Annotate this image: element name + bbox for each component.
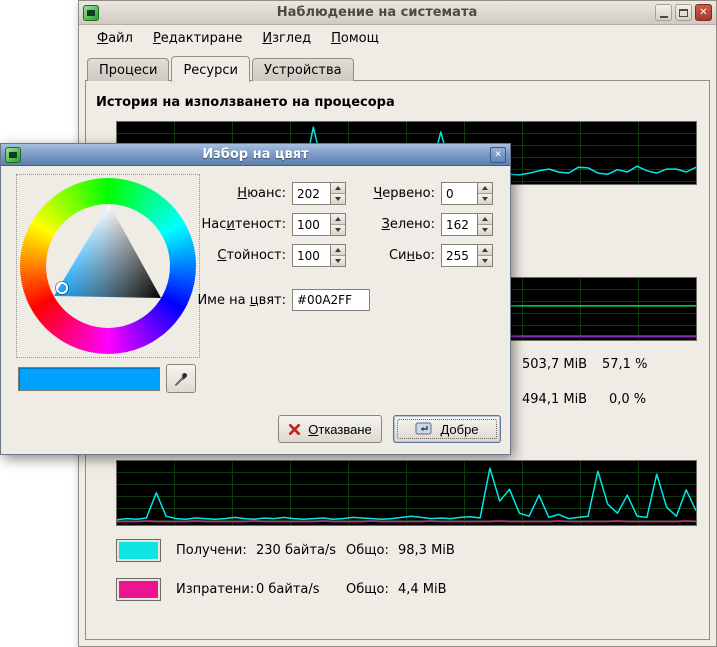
eyedropper-button[interactable]: [166, 364, 196, 393]
minimize-icon: [660, 16, 668, 18]
spin-up-icon: [335, 186, 341, 190]
cancel-x-icon: [288, 423, 301, 436]
network-history-chart: [116, 460, 697, 526]
saturation-spin-down-button[interactable]: [331, 224, 345, 235]
red-spin-up-button[interactable]: [478, 183, 492, 193]
memory-amount: 503,7 MiB: [522, 357, 587, 372]
legend-row-sent: Изпратени: 0 байта/s Общо: 4,4 MiB: [116, 578, 536, 602]
spin-down-icon: [482, 197, 488, 201]
color-wheel-frame: [16, 174, 200, 358]
menubar: Файл Редактиране Изглед Помощ: [79, 25, 716, 51]
received-rate: 230 байта/s: [256, 539, 336, 563]
blue-label: Синьо:: [346, 244, 435, 267]
hue-label: Нюанс:: [186, 182, 286, 205]
ok-button-label: Добре: [440, 422, 478, 437]
color-preview-swatch: [18, 367, 160, 391]
spin-up-icon: [482, 186, 488, 190]
close-icon: ✕: [699, 8, 707, 18]
spin-down-icon: [482, 228, 488, 232]
spin-down-icon: [335, 259, 341, 263]
notebook-tabs: Процеси Ресурси Устройства: [87, 56, 356, 81]
dialog-close-button[interactable]: ✕: [490, 147, 506, 163]
cancel-button[interactable]: Отказване: [278, 415, 382, 443]
close-button[interactable]: ✕: [695, 4, 712, 21]
blue-spin-up-button[interactable]: [478, 245, 492, 255]
green-spin-down-button[interactable]: [478, 224, 492, 235]
dialog-titlebar[interactable]: Избор на цвят ✕: [1, 144, 510, 166]
hue-input[interactable]: [292, 182, 330, 205]
value-spinbox: [292, 244, 346, 267]
red-label: Червено:: [346, 182, 435, 205]
value-label: Стойност:: [186, 244, 286, 267]
tab-processes[interactable]: Процеси: [87, 58, 169, 81]
dialog-app-icon: [5, 147, 21, 163]
red-input[interactable]: [441, 182, 477, 205]
eyedropper-icon: [173, 371, 189, 387]
sent-total: 4,4 MiB: [398, 578, 447, 602]
green-label: Зелено:: [346, 213, 435, 236]
cancel-button-label: Отказване: [308, 422, 372, 437]
sent-rate: 0 байта/s: [256, 578, 320, 602]
main-titlebar[interactable]: Наблюдение на системата ✕: [79, 1, 716, 25]
red-spinbox: [441, 182, 493, 205]
sent-total-label: Общо:: [346, 578, 389, 602]
spin-down-icon: [335, 197, 341, 201]
blue-spinbox: [441, 244, 493, 267]
spin-up-icon: [335, 248, 341, 252]
sent-color-swatch-button[interactable]: [116, 578, 161, 601]
saturation-input[interactable]: [292, 213, 330, 236]
green-spinbox: [441, 213, 493, 236]
minimize-button[interactable]: [655, 4, 672, 21]
menu-edit[interactable]: Редактиране: [145, 28, 250, 49]
hue-spin-up-button[interactable]: [331, 183, 345, 193]
green-spin-up-button[interactable]: [478, 214, 492, 224]
maximize-button[interactable]: [675, 4, 692, 21]
tab-resources[interactable]: Ресурси: [171, 56, 250, 82]
green-input[interactable]: [441, 213, 477, 236]
ok-enter-icon: [415, 422, 433, 436]
ok-button[interactable]: Добре: [393, 415, 501, 443]
spin-down-icon: [335, 228, 341, 232]
cpu-history-heading: История на използването на процесора: [96, 95, 395, 110]
red-spin-down-button[interactable]: [478, 193, 492, 204]
value-spin-up-button[interactable]: [331, 245, 345, 255]
value-input[interactable]: [292, 244, 330, 267]
saturation-spinbox: [292, 213, 346, 236]
value-spin-down-button[interactable]: [331, 255, 345, 266]
received-label: Получени:: [176, 539, 247, 563]
color-wheel[interactable]: [20, 178, 196, 354]
blue-input[interactable]: [441, 244, 477, 267]
blue-spin-down-button[interactable]: [478, 255, 492, 266]
dialog-title: Избор на цвят: [24, 147, 487, 162]
swap-amount: 494,1 MiB: [522, 392, 587, 407]
main-window-title: Наблюдение на системата: [102, 5, 652, 20]
tab-devices[interactable]: Устройства: [252, 58, 354, 81]
spin-down-icon: [482, 259, 488, 263]
received-total: 98,3 MiB: [398, 539, 455, 563]
received-total-label: Общо:: [346, 539, 389, 563]
spin-up-icon: [335, 217, 341, 221]
saturation-label: Наситеност:: [186, 213, 286, 236]
hue-spinbox: [292, 182, 346, 205]
spin-up-icon: [482, 217, 488, 221]
hue-spin-down-button[interactable]: [331, 193, 345, 204]
legend-row-received: Получени: 230 байта/s Общо: 98,3 MiB: [116, 539, 536, 563]
menu-view[interactable]: Изглед: [254, 28, 319, 49]
spin-up-icon: [482, 248, 488, 252]
hsv-triangle[interactable]: [20, 178, 196, 354]
saturation-spin-up-button[interactable]: [331, 214, 345, 224]
color-name-label: Име на цвят:: [186, 289, 286, 312]
dialog-close-icon: ✕: [494, 150, 502, 160]
swap-percent: 0,0 %: [609, 392, 646, 407]
color-picker-dialog: Избор на цвят ✕: [0, 143, 511, 455]
received-color-swatch-button[interactable]: [116, 539, 161, 562]
sent-label: Изпратени:: [176, 578, 254, 602]
memory-percent: 57,1 %: [602, 357, 647, 372]
menu-file[interactable]: Файл: [89, 28, 141, 49]
system-monitor-app-icon: [83, 5, 99, 21]
menu-help[interactable]: Помощ: [323, 28, 387, 49]
color-name-input[interactable]: [292, 289, 370, 311]
maximize-icon: [679, 9, 688, 17]
